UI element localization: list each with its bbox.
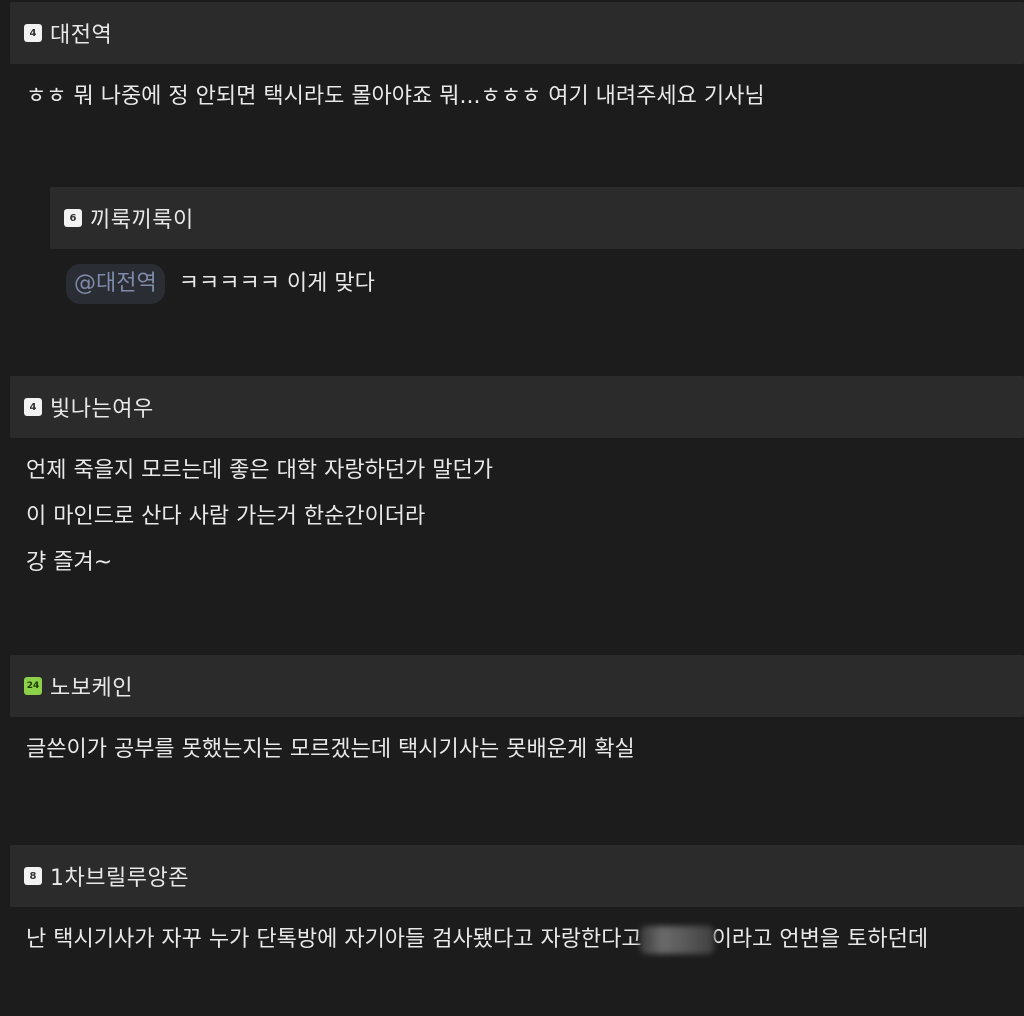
comment-author[interactable]: 대전역 bbox=[50, 17, 112, 49]
comment-text-line: 이라고 언변을 토하던데 bbox=[711, 927, 929, 952]
comment-header: 4 대전역 bbox=[10, 2, 1024, 64]
comment-body: 글쓴이가 공부를 못했는지는 모르겠는데 택시기사는 못배운게 확실 bbox=[10, 717, 1024, 773]
comment-header: 8 1차브릴루앙존 bbox=[10, 845, 1024, 907]
comment-author[interactable]: 빛나는여우 bbox=[50, 391, 154, 423]
mention-tag[interactable]: @대전역 bbox=[66, 264, 165, 304]
comment-text-line: ㅋㅋㅋㅋㅋ 이게 맞다 bbox=[178, 271, 375, 296]
comment-author[interactable]: 1차브릴루앙존 bbox=[50, 860, 189, 892]
level-badge-icon: 4 bbox=[24, 24, 42, 42]
comment-text-line: ㅎㅎ 뭐 나중에 정 안되면 택시라도 몰아야죠 뭐...ㅎㅎㅎ 여기 내려주세… bbox=[26, 84, 765, 109]
comment-item: 4 빛나는여우 언제 죽을지 모르는데 좋은 대학 자랑하던가 말던가 이 마인… bbox=[10, 376, 1024, 586]
comment-author[interactable]: 노보케인 bbox=[50, 670, 133, 702]
comment-author[interactable]: 끼룩끼룩이 bbox=[90, 202, 194, 234]
comment-thread: 4 대전역 ㅎㅎ 뭐 나중에 정 안되면 택시라도 몰아야죠 뭐...ㅎㅎㅎ 여… bbox=[0, 0, 1024, 1016]
level-badge-icon: 4 bbox=[24, 398, 42, 416]
comment-body: @대전역 ㅋㅋㅋㅋㅋ 이게 맞다 bbox=[50, 249, 1024, 307]
comment-text-line: 난 택시기사가 자꾸 누가 단톡방에 자기아들 검사됐다고 자랑한다고 bbox=[26, 927, 642, 952]
comment-text-line: 글쓴이가 공부를 못했는지는 모르겠는데 택시기사는 못배운게 확실 bbox=[26, 737, 635, 762]
level-badge-icon: 6 bbox=[64, 209, 82, 227]
reply-item: 6 끼룩끼룩이 @대전역 ㅋㅋㅋㅋㅋ 이게 맞다 bbox=[50, 187, 1024, 307]
comment-body: 난 택시기사가 자꾸 누가 단톡방에 자기아들 검사됐다고 자랑한다고 이라고 언… bbox=[10, 907, 1024, 963]
comment-item: 8 1차브릴루앙존 난 택시기사가 자꾸 누가 단톡방에 자기아들 검사됐다고 … bbox=[10, 845, 1024, 963]
comment-text-line: 걍 즐겨~ bbox=[26, 550, 113, 575]
comment-header: 24 노보케인 bbox=[10, 655, 1024, 717]
comment-body: ㅎㅎ 뭐 나중에 정 안되면 택시라도 몰아야죠 뭐...ㅎㅎㅎ 여기 내려주세… bbox=[10, 64, 1024, 120]
comment-header: 4 빛나는여우 bbox=[10, 376, 1024, 438]
comment-header: 6 끼룩끼룩이 bbox=[50, 187, 1024, 249]
level-badge-icon: 24 bbox=[24, 677, 42, 695]
level-badge-icon: 8 bbox=[24, 867, 42, 885]
censored-blur bbox=[639, 926, 714, 954]
comment-text-line: 언제 죽을지 모르는데 좋은 대학 자랑하던가 말던가 bbox=[26, 458, 494, 483]
comment-item: 4 대전역 ㅎㅎ 뭐 나중에 정 안되면 택시라도 몰아야죠 뭐...ㅎㅎㅎ 여… bbox=[10, 2, 1024, 120]
comment-body: 언제 죽을지 모르는데 좋은 대학 자랑하던가 말던가 이 마인드로 산다 사람… bbox=[10, 438, 1024, 586]
comment-item: 24 노보케인 글쓴이가 공부를 못했는지는 모르겠는데 택시기사는 못배운게 … bbox=[10, 655, 1024, 773]
comment-text-line: 이 마인드로 산다 사람 가는거 한순간이더라 bbox=[26, 504, 426, 529]
